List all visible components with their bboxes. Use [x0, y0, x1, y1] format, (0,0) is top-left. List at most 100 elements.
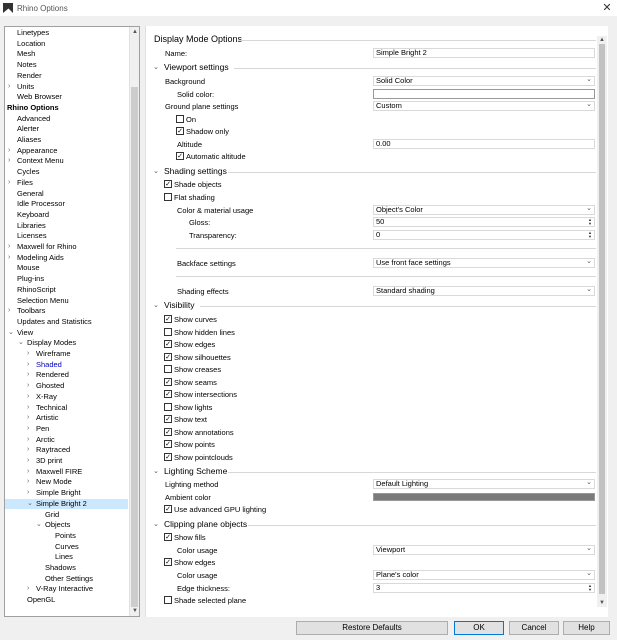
tree-item[interactable]: Units — [17, 82, 38, 93]
tree-item[interactable]: Rhino Options — [7, 103, 63, 114]
shading-effects-select[interactable]: Standard shading ⌄ — [373, 286, 595, 296]
ground-plane-select[interactable]: Custom ⌄ — [373, 101, 595, 111]
edge-thickness-input[interactable]: 3 ▲ ▼ — [373, 583, 595, 593]
tree-item[interactable]: Raytraced — [36, 445, 74, 456]
show-fills-checkbox[interactable]: ✓ — [164, 533, 172, 541]
tree-item[interactable]: V-Ray Interactive — [36, 584, 97, 595]
edge-color-usage-select[interactable]: Plane's color ⌄ — [373, 570, 595, 580]
tree-item[interactable]: X-Ray — [36, 392, 61, 403]
tree-item[interactable]: RhinoScript — [17, 285, 60, 296]
tree-item[interactable]: Plug-ins — [17, 274, 48, 285]
tree-item[interactable]: Context Menu — [17, 156, 68, 167]
scroll-down-icon[interactable]: ▼ — [597, 599, 607, 607]
background-select[interactable]: Solid Color ⌄ — [373, 76, 595, 86]
tree-item[interactable]: Simple Bright — [36, 488, 85, 499]
tree-item[interactable]: Aliases — [17, 135, 45, 146]
restore-defaults-button[interactable]: Restore Defaults — [296, 621, 448, 635]
chevron-right-icon[interactable]: › — [27, 488, 29, 499]
scroll-up-icon[interactable]: ▲ — [597, 36, 607, 44]
backface-select[interactable]: Use front face settings ⌄ — [373, 258, 595, 268]
chevron-right-icon[interactable]: › — [27, 424, 29, 435]
collapse-viewport-icon[interactable]: ⌄ — [152, 63, 160, 71]
visibility-checkbox[interactable]: ✓ — [164, 352, 172, 361]
scroll-thumb[interactable] — [599, 44, 605, 594]
tree-item[interactable]: Updates and Statistics — [17, 317, 96, 328]
tree-item[interactable]: Keyboard — [17, 210, 53, 221]
chevron-right-icon[interactable]: › — [27, 413, 29, 424]
close-icon[interactable]: ✕ — [601, 1, 613, 15]
tree-item[interactable]: Curves — [55, 542, 83, 553]
chevron-right-icon[interactable]: › — [27, 381, 29, 392]
ambient-color-swatch[interactable] — [373, 493, 595, 501]
chevron-right-icon[interactable]: › — [27, 456, 29, 467]
tree-item[interactable]: Artistic — [36, 413, 63, 424]
options-tree[interactable]: Linetypes Location Mesh Notes Render Units › We… — [4, 26, 140, 617]
tree-item[interactable]: New Mode — [36, 477, 76, 488]
tree-item[interactable]: Modeling Aids — [17, 253, 68, 264]
visibility-checkbox[interactable]: ✓ — [164, 340, 172, 348]
chevron-down-icon[interactable]: ⌄ — [18, 338, 24, 349]
on-checkbox[interactable] — [176, 115, 184, 123]
tree-item[interactable]: Ghosted — [36, 381, 68, 392]
visibility-checkbox[interactable]: ✓ — [164, 427, 172, 436]
help-button[interactable]: Help — [563, 621, 610, 635]
tree-item[interactable]: View — [17, 328, 37, 339]
tree-item[interactable]: Maxwell for Rhino — [17, 242, 81, 253]
tree-item[interactable]: Lines — [55, 552, 77, 563]
solid-color-swatch[interactable] — [373, 89, 595, 99]
tree-item[interactable]: Technical — [36, 403, 71, 414]
collapse-visibility-icon[interactable]: ⌄ — [152, 301, 160, 309]
tree-item[interactable]: Selection Menu — [17, 296, 73, 307]
chevron-right-icon[interactable]: › — [8, 146, 10, 157]
tree-item[interactable]: Appearance — [17, 146, 61, 157]
tree-item[interactable]: Toolbars — [17, 306, 49, 317]
visibility-checkbox[interactable]: ✓ — [164, 452, 172, 461]
chevron-right-icon[interactable]: › — [8, 156, 10, 167]
tree-item[interactable]: Libraries — [17, 221, 50, 232]
tree-item[interactable]: Files — [17, 178, 37, 189]
tree-item[interactable]: General — [17, 189, 48, 200]
tree-item[interactable]: Mouse — [17, 263, 44, 274]
scroll-thumb[interactable] — [131, 87, 138, 607]
tree-item[interactable]: Notes — [17, 60, 41, 71]
chevron-right-icon[interactable]: › — [27, 477, 29, 488]
tree-item[interactable]: Alerter — [17, 124, 43, 135]
tree-item[interactable]: Rendered — [36, 370, 73, 381]
tree-item[interactable]: Grid — [45, 510, 63, 521]
collapse-clipping-icon[interactable]: ⌄ — [152, 520, 160, 528]
chevron-right-icon[interactable]: › — [27, 349, 29, 360]
visibility-checkbox[interactable]: ✓ — [164, 440, 172, 448]
tree-scrollbar[interactable]: ▲ ▼ — [129, 27, 139, 616]
tree-item[interactable]: Maxwell FIRE — [36, 467, 86, 478]
chevron-right-icon[interactable]: › — [27, 435, 29, 446]
tree-item[interactable]: Pen — [36, 424, 53, 435]
fill-color-usage-select[interactable]: Viewport ⌄ — [373, 545, 595, 555]
automatic-altitude-checkbox[interactable]: ✓ — [176, 152, 184, 160]
tree-item[interactable]: 3D print — [36, 456, 66, 467]
show-edges-clip-checkbox[interactable]: ✓ — [164, 558, 172, 566]
color-usage-select[interactable]: Object's Color ⌄ — [373, 205, 595, 215]
gloss-input[interactable]: 50 ▲ ▼ — [373, 217, 595, 227]
chevron-right-icon[interactable]: › — [27, 360, 29, 371]
chevron-right-icon[interactable]: › — [8, 306, 10, 317]
visibility-checkbox[interactable]: ✓ — [164, 390, 172, 398]
name-input[interactable]: Simple Bright 2 — [373, 48, 595, 58]
chevron-right-icon[interactable]: › — [27, 370, 29, 381]
collapse-lighting-icon[interactable]: ⌄ — [152, 467, 160, 475]
chevron-down-icon[interactable]: ⌄ — [36, 520, 42, 531]
tree-item[interactable]: Linetypes — [17, 28, 53, 39]
chevron-right-icon[interactable]: › — [27, 467, 29, 478]
tree-item[interactable]: Points — [55, 531, 80, 542]
scroll-down-icon[interactable]: ▼ — [130, 606, 139, 616]
tree-item[interactable]: Advanced — [17, 114, 54, 125]
tree-item[interactable]: Arctic — [36, 435, 59, 446]
shadow-only-checkbox[interactable]: ✓ — [176, 127, 184, 135]
visibility-checkbox[interactable]: ✓ — [164, 415, 172, 423]
visibility-checkbox[interactable]: ✓ — [164, 315, 172, 323]
tree-item[interactable]: Idle Processor — [17, 199, 69, 210]
tree-item[interactable]: Display Modes — [27, 338, 80, 349]
chevron-right-icon[interactable]: › — [27, 445, 29, 456]
visibility-checkbox[interactable] — [164, 327, 172, 336]
visibility-checkbox[interactable] — [164, 365, 172, 373]
cancel-button[interactable]: Cancel — [509, 621, 559, 635]
